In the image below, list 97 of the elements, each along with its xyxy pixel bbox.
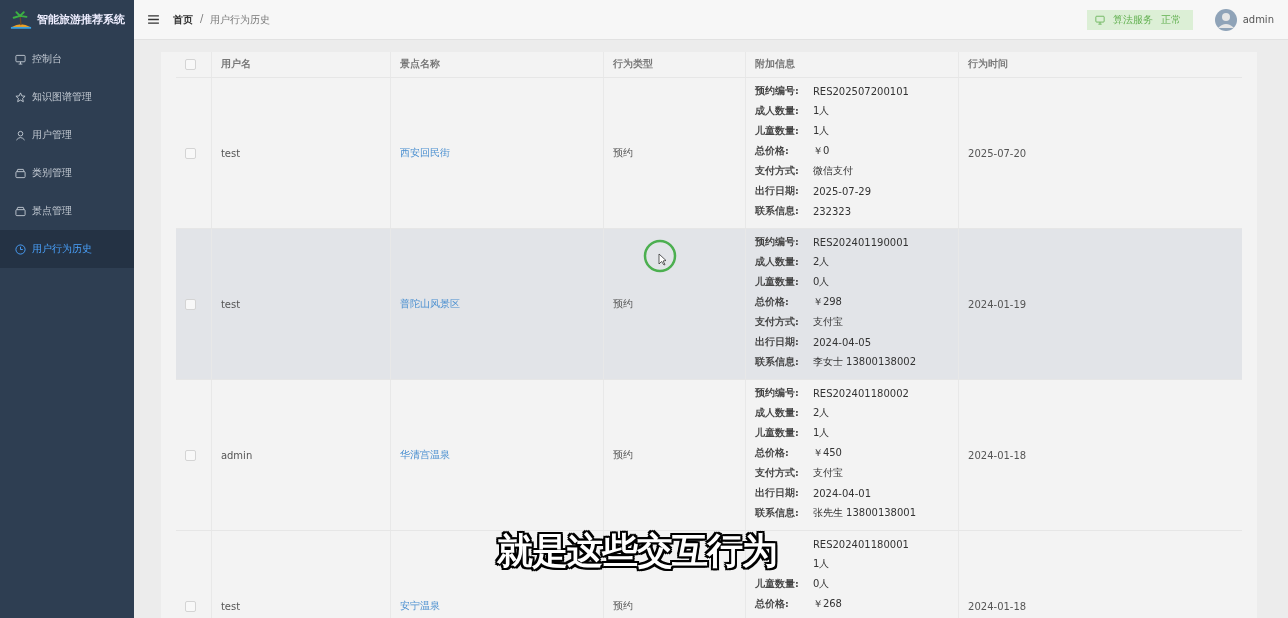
detail-label: 出行日期: [754, 486, 799, 498]
table-cell: 2025-07-20 [968, 147, 1027, 159]
detail-label: 支付方式: [754, 315, 799, 327]
column-header: 行为类型 [613, 58, 654, 71]
detail-value: 2人 [812, 406, 830, 420]
row-checkbox[interactable] [185, 600, 196, 612]
detail-label: 支付方式: [754, 466, 799, 478]
sidebar-item[interactable]: 知识图谱管理 [0, 78, 134, 116]
detail-value: 1人 [812, 124, 830, 138]
detail-value: 支付宝 [812, 466, 843, 480]
detail-label: 联系信息: [754, 506, 799, 518]
table-cell: 预约 [613, 599, 634, 613]
detail-label: 预约编号: [754, 386, 799, 398]
detail-value: 微信支付 [812, 164, 853, 178]
table-cell: 2024-01-19 [968, 298, 1027, 310]
detail-value: RES202401180001 [812, 538, 909, 550]
breadcrumb-item[interactable]: 首页 [173, 12, 193, 27]
row-checkbox[interactable] [185, 298, 196, 310]
service-status: 正常 [1160, 12, 1181, 27]
table-cell: 预约 [613, 146, 634, 160]
detail-label: 出行日期: [754, 335, 799, 347]
detail-value: 1人 [812, 104, 830, 118]
box-icon [15, 205, 26, 217]
detail-label: 儿童数量: [754, 577, 799, 589]
breadcrumb-item: 用户行为历史 [210, 12, 271, 27]
breadcrumb-separator: / [200, 12, 204, 26]
detail-value: 张先生 13800138001 [812, 506, 917, 520]
sidebar-item[interactable]: 用户管理 [0, 116, 134, 154]
table-cell: test [220, 298, 241, 310]
detail-value: ￥268 [812, 597, 842, 611]
select-all-checkbox[interactable] [185, 59, 196, 70]
detail-label: 预约编号: [754, 235, 799, 247]
table-row[interactable]: test 普陀山风景区 预约 预约编号: RES202401190001 成人数量: 2人 儿童数量: 0人 总价格: ￥298 支付方式: 支付宝 出行日期: 2024-04-05 联系信息: 李女士 13800138002 2024-01-19 [176, 229, 1242, 380]
detail-value: 支付宝 [812, 315, 843, 329]
detail-label: 预约编号: [754, 84, 799, 96]
star-icon [15, 91, 26, 103]
detail-value: 2025-07-29 [812, 185, 871, 197]
detail-value: ￥298 [812, 295, 842, 309]
detail-value: 0人 [812, 577, 830, 591]
app-title: 智能旅游推荐系统 [37, 13, 125, 27]
detail-value: 2024-04-01 [812, 487, 871, 499]
sidebar-item[interactable]: 用户行为历史 [0, 230, 134, 268]
sidebar-item[interactable]: 景点管理 [0, 192, 134, 230]
table-cell: admin [220, 449, 253, 461]
detail-label: 总价格: [754, 446, 789, 458]
detail-value: ￥0 [812, 144, 830, 158]
clock-icon [15, 243, 26, 255]
table-cell: test [220, 600, 241, 612]
detail-label: 联系信息: [754, 204, 799, 216]
detail-label: 支付方式: [754, 164, 799, 176]
detail-value: ￥450 [812, 446, 842, 460]
cursor-highlight-icon [643, 239, 677, 273]
detail-label: 成人数量: [754, 104, 799, 116]
detail-value: RES202401190001 [812, 236, 909, 248]
menu-icon[interactable] [148, 15, 159, 24]
table-cell: 2024-01-18 [968, 600, 1027, 612]
column-header: 景点名称 [400, 58, 441, 71]
box-icon [15, 167, 26, 179]
column-header: 附加信息 [754, 58, 795, 71]
row-checkbox[interactable] [185, 449, 196, 461]
detail-value: 1人 [812, 557, 830, 571]
detail-label: 联系信息: [754, 355, 799, 367]
detail-value: RES202507200101 [812, 85, 909, 97]
table-cell: 预约 [613, 448, 634, 462]
detail-label: 出行日期: [754, 184, 799, 196]
detail-value: 1人 [812, 426, 830, 440]
table-cell: 预约 [613, 297, 634, 311]
detail-value: 232323 [812, 205, 852, 217]
video-subtitle: 就是这些交互行为 [497, 529, 777, 574]
sidebar-item[interactable]: 类别管理 [0, 154, 134, 192]
detail-label: 总价格: [754, 597, 789, 609]
detail-value: 0人 [812, 275, 830, 289]
avatar[interactable] [1214, 8, 1237, 31]
detail-label: 儿童数量: [754, 426, 799, 438]
row-checkbox[interactable] [185, 147, 196, 159]
column-header: 用户名 [220, 58, 251, 71]
column-header: 行为时间 [968, 58, 1009, 71]
detail-label: 总价格: [754, 144, 789, 156]
service-label: 算法服务 [1112, 12, 1153, 27]
sidebar-item[interactable]: 控制台 [0, 40, 134, 78]
detail-value: 2人 [812, 255, 830, 269]
table-cell: test [220, 147, 241, 159]
monitor-icon [1094, 14, 1105, 25]
table-row[interactable]: admin 华清宫温泉 预约 预约编号: RES202401180002 成人数量: 2人 儿童数量: 1人 总价格: ￥450 支付方式: 支付宝 出行日期: 2024-04-01 联系信息: 张先生 13800138001 2024-01-18 [176, 380, 1242, 531]
detail-value: 李女士 13800138002 [812, 355, 917, 369]
detail-value: 2024-04-05 [812, 336, 871, 348]
user-icon [15, 129, 26, 141]
detail-label: 成人数量: [754, 255, 799, 267]
user-name[interactable]: admin [1242, 14, 1274, 25]
detail-label: 儿童数量: [754, 124, 799, 136]
detail-label: 总价格: [754, 295, 789, 307]
palm-island-icon [10, 10, 32, 30]
table-cell: 2024-01-18 [968, 449, 1027, 461]
monitor-icon [15, 53, 26, 65]
detail-label: 成人数量: [754, 406, 799, 418]
detail-value: RES202401180002 [812, 387, 909, 399]
detail-label: 儿童数量: [754, 275, 799, 287]
